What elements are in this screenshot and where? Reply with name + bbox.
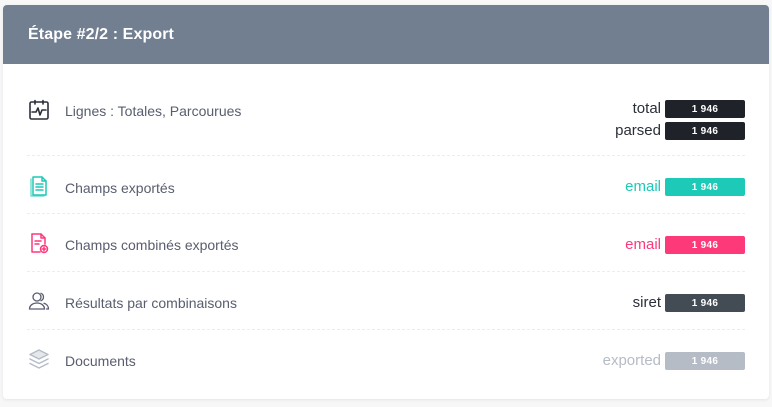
list-item-exported-fields: Champs exportés email 1 946 [27,156,745,214]
count-badge: 1 946 [665,294,745,312]
stat-total: total 1 946 [633,100,745,118]
stat-exported: exported 1 946 [603,352,745,370]
count-badge: 1 946 [665,236,745,254]
stat-key: total [632,100,661,117]
stat-key: exported [602,352,661,369]
stat-siret: siret 1 946 [633,294,745,312]
stat-key: email [625,236,661,253]
stat-key: siret [632,294,661,311]
list-item-combined-fields: Champs combinés exportés email 1 946 [27,214,745,272]
row-label: Documents [65,353,136,369]
count-badge: 1 946 [665,122,745,140]
list-item-documents: Documents exported 1 946 [27,330,745,388]
document-list-icon [27,174,51,198]
list-item-combination-results: Résultats par combinaisons siret 1 946 [27,272,745,330]
document-add-icon [27,231,51,255]
activity-calendar-icon [27,98,51,122]
count-badge: 1 946 [665,178,745,196]
stat-key: email [625,178,661,195]
card-header: Étape #2/2 : Export [3,5,769,64]
count-badge: 1 946 [665,352,745,370]
users-icon [27,289,51,313]
stat-email: email 1 946 [625,236,745,254]
list-item-lines: Lignes : Totales, Parcourues total 1 946… [27,85,745,156]
page-title: Étape #2/2 : Export [28,25,174,43]
stat-parsed: parsed 1 946 [615,122,745,140]
row-label: Résultats par combinaisons [65,295,237,311]
row-label: Champs exportés [65,180,175,196]
count-badge: 1 946 [665,100,745,118]
export-summary-card: Étape #2/2 : Export Lignes : Totales, Pa… [3,5,769,399]
row-label: Lignes : Totales, Parcourues [65,103,242,119]
stats-list: Lignes : Totales, Parcourues total 1 946… [27,85,745,388]
row-label: Champs combinés exportés [65,237,239,253]
stat-key: parsed [615,122,661,139]
stat-email: email 1 946 [625,178,745,196]
layers-icon [27,347,51,371]
